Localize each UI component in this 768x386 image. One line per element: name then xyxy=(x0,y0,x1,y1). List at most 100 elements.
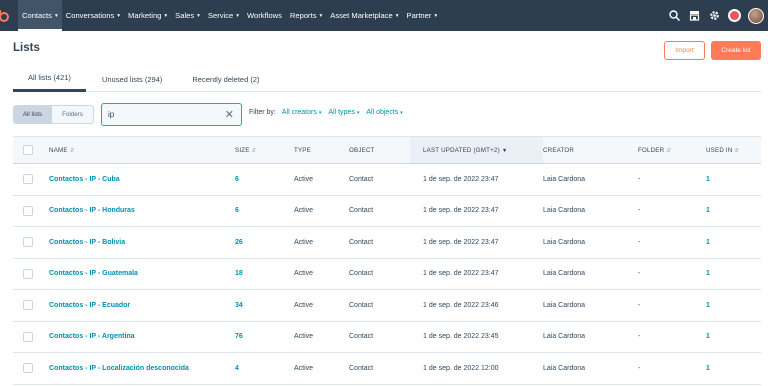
cell-object: Contact xyxy=(349,364,374,372)
row-checkbox[interactable] xyxy=(23,205,33,216)
cell-object: Contact xyxy=(349,270,374,278)
nav-item-marketing[interactable]: Marketing ▾ xyxy=(124,0,171,31)
row-checkbox[interactable] xyxy=(23,268,33,279)
table-row[interactable]: Contactos - IP - Cuba 6 Active Contact 1 de … xyxy=(13,164,761,196)
select-all-checkbox[interactable] xyxy=(23,145,33,155)
create-list-button[interactable]: Create list xyxy=(711,41,761,60)
row-checkbox[interactable] xyxy=(23,237,33,248)
nav-item-workflows[interactable]: Workflows xyxy=(243,0,286,31)
types-filter[interactable]: All types ▾ xyxy=(328,109,359,116)
table-row[interactable]: Contactos - IP - Bolivia 26 Active Contact 1… xyxy=(13,227,761,259)
chevron-down-icon: ▾ xyxy=(164,12,168,19)
chevron-down-icon: ▾ xyxy=(400,110,403,116)
cell-used-in[interactable]: 1 xyxy=(706,353,761,385)
cell-name[interactable]: Contactos - IP - Argentina xyxy=(49,321,235,353)
all-lists-view-button[interactable]: All lists xyxy=(13,105,52,124)
column-header-used-in-label: USED IN xyxy=(706,146,733,154)
column-header-last-updated-label: LAST UPDATED (GMT+2) xyxy=(423,146,500,154)
column-header-size[interactable]: SIZE ⇵ xyxy=(235,136,294,164)
sort-descending-icon: ▼ xyxy=(501,147,508,154)
import-button[interactable]: Import xyxy=(664,41,705,60)
cell-size[interactable]: 26 xyxy=(235,227,294,259)
cell-creator: Laia Cardona xyxy=(543,333,586,341)
types-filter-label: All types xyxy=(328,109,355,116)
nav-item-asset-marketplace[interactable]: Asset Marketplace ▾ xyxy=(326,0,402,31)
cell-used-in[interactable]: 1 xyxy=(706,195,761,227)
creators-filter[interactable]: All creators ▾ xyxy=(282,109,322,116)
cell-last-updated: 1 de sep. de 2022 23:47 xyxy=(423,270,499,278)
tab-recently-deleted[interactable]: Recently deleted (2) xyxy=(177,66,274,92)
cell-name[interactable]: Contactos - IP - Guatemala xyxy=(49,258,235,290)
cell-type: Active xyxy=(294,333,314,341)
filter-label: Filter by: xyxy=(249,109,276,116)
cell-folder: - xyxy=(638,270,641,278)
nav-item-label: Workflows xyxy=(247,11,282,20)
search-icon[interactable] xyxy=(664,0,684,31)
cell-used-in[interactable]: 1 xyxy=(706,290,761,322)
cell-size[interactable]: 18 xyxy=(235,258,294,290)
settings-icon[interactable] xyxy=(704,0,724,31)
cell-creator: Laia Cardona xyxy=(543,207,586,215)
cell-name[interactable]: Contactos - IP - Cuba xyxy=(49,164,235,196)
row-checkbox[interactable] xyxy=(23,174,33,185)
column-header-used-in[interactable]: USED IN ⇵ xyxy=(706,136,761,164)
cell-size[interactable]: 34 xyxy=(235,290,294,322)
cell-size[interactable]: 6 xyxy=(235,164,294,196)
cell-name[interactable]: Contactos - IP - Localización desconocid… xyxy=(49,353,235,385)
nav-menu: Contacts ▾ Conversations ▾ Marketing ▾ Sales ▾ S… xyxy=(18,0,441,31)
notifications-icon[interactable] xyxy=(724,0,744,31)
cell-folder: - xyxy=(638,175,641,183)
cell-size[interactable]: 76 xyxy=(235,321,294,353)
column-header-name[interactable]: NAME ⇵ xyxy=(49,136,235,164)
objects-filter[interactable]: All objects ▾ xyxy=(366,109,402,116)
tab-unused-lists[interactable]: Unused lists (294) xyxy=(86,66,177,92)
sort-icon: ⇵ xyxy=(251,147,257,154)
row-select-cell xyxy=(13,321,49,353)
cell-used-in[interactable]: 1 xyxy=(706,321,761,353)
nav-item-partner[interactable]: Partner ▾ xyxy=(403,0,442,31)
cell-size[interactable]: 4 xyxy=(235,353,294,385)
clear-search-icon[interactable]: ✕ xyxy=(225,108,234,121)
tab-all-lists[interactable]: All lists (421) xyxy=(13,66,86,92)
marketplace-icon[interactable] xyxy=(684,0,704,31)
nav-item-sales[interactable]: Sales ▾ xyxy=(171,0,204,31)
cell-name[interactable]: Contactos - IP - Ecuador xyxy=(49,290,235,322)
folders-view-button[interactable]: Folders xyxy=(52,105,94,124)
nav-item-label: Reports xyxy=(289,11,317,20)
cell-size[interactable]: 6 xyxy=(235,195,294,227)
table-row[interactable]: Contactos - IP - Guatemala 18 Active Contac… xyxy=(13,258,761,290)
table-row[interactable]: Contactos - IP - Localización desconocid… xyxy=(13,353,761,385)
chevron-down-icon: ▾ xyxy=(434,12,438,19)
nav-item-reports[interactable]: Reports ▾ xyxy=(286,0,326,31)
hubspot-logo-icon[interactable] xyxy=(0,0,14,31)
cell-used-in[interactable]: 1 xyxy=(706,227,761,259)
chevron-down-icon: ▾ xyxy=(54,12,58,19)
page-title: Lists xyxy=(13,42,40,54)
row-checkbox[interactable] xyxy=(23,331,33,342)
user-avatar[interactable] xyxy=(748,7,764,24)
column-header-last-updated[interactable]: LAST UPDATED (GMT+2) ▼ xyxy=(410,136,543,164)
column-header-folder[interactable]: FOLDER ⇵ xyxy=(638,136,706,164)
cell-name[interactable]: Contactos - IP - Bolivia xyxy=(49,227,235,259)
nav-item-label: Service xyxy=(207,11,234,20)
row-checkbox[interactable] xyxy=(23,300,33,311)
search-input[interactable] xyxy=(108,110,218,119)
table-row[interactable]: Contactos - IP - Honduras 6 Active Contact 1… xyxy=(13,195,761,227)
cell-creator: Laia Cardona xyxy=(543,175,586,183)
notification-badge xyxy=(727,9,741,22)
sort-icon: ⇵ xyxy=(734,147,740,154)
nav-item-conversations[interactable]: Conversations ▾ xyxy=(62,0,124,31)
cell-folder: - xyxy=(638,301,641,309)
nav-item-contacts[interactable]: Contacts ▾ xyxy=(18,0,62,31)
cell-creator: Laia Cardona xyxy=(543,270,586,278)
table-row[interactable]: Contactos - IP - Ecuador 34 Active Contact 1… xyxy=(13,290,761,322)
cell-used-in[interactable]: 1 xyxy=(706,164,761,196)
table-row[interactable]: Contactos - IP - Argentina 76 Active Contac… xyxy=(13,321,761,353)
chevron-down-icon: ▾ xyxy=(395,12,399,19)
row-checkbox[interactable] xyxy=(23,363,33,374)
cell-name[interactable]: Contactos - IP - Honduras xyxy=(49,195,235,227)
cell-folder: - xyxy=(638,364,641,372)
cell-last-updated: 1 de sep. de 2022 23:47 xyxy=(423,175,499,183)
nav-item-service[interactable]: Service ▾ xyxy=(204,0,243,31)
cell-used-in[interactable]: 1 xyxy=(706,258,761,290)
